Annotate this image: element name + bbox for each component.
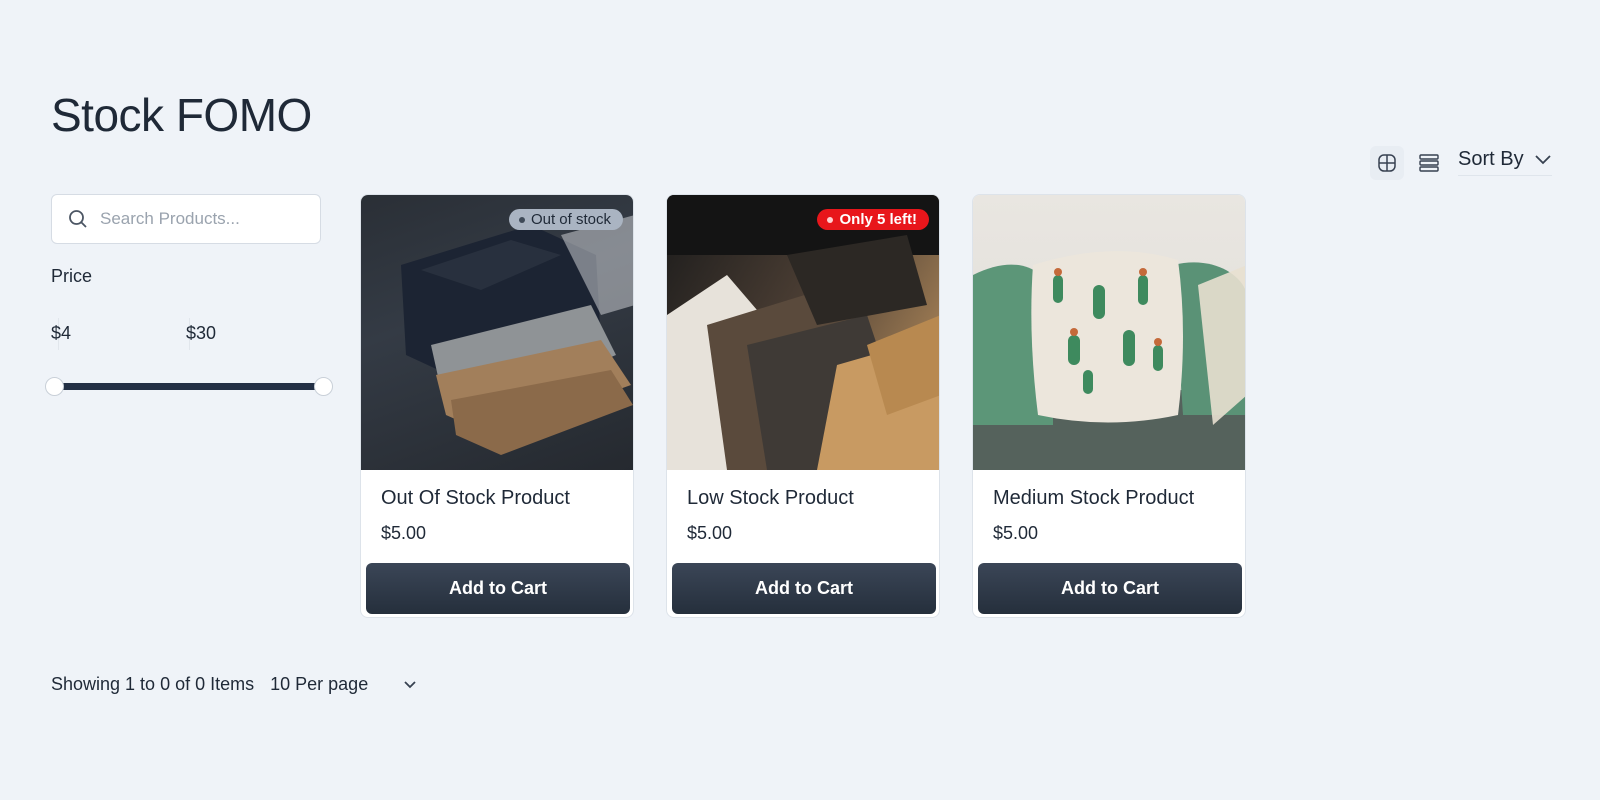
search-icon (69, 210, 87, 228)
view-toggle (1370, 146, 1446, 180)
product-image[interactable]: Only 5 left! (667, 195, 939, 470)
stock-badge: Only 5 left! (817, 209, 929, 230)
sort-by-label: Sort By (1458, 148, 1524, 170)
chevron-down-icon (1534, 154, 1551, 164)
product-image[interactable]: Out of stock (361, 195, 633, 470)
stock-badge-label: Only 5 left! (839, 211, 917, 228)
badge-dot-icon (827, 216, 834, 223)
page-title: Stock FOMO (51, 89, 312, 141)
cactus-pillow-image (973, 251, 1245, 470)
list-icon (1419, 154, 1439, 172)
folded-sweaters-image (401, 215, 633, 455)
search-box (51, 194, 321, 244)
product-card[interactable]: Out of stock Out Of Stock Product $5.00 … (360, 194, 634, 618)
price-slider-max-handle[interactable] (314, 377, 333, 396)
grid-icon (1378, 154, 1396, 172)
pagination-bar: Showing 1 to 0 of 0 Items 10 Per page (51, 674, 416, 695)
price-min-value: $4 (51, 323, 72, 343)
product-name[interactable]: Out Of Stock Product (381, 487, 570, 510)
product-name[interactable]: Medium Stock Product (993, 487, 1194, 510)
chevron-down-icon (404, 680, 416, 688)
price-filter-label: Price (51, 266, 93, 286)
product-card[interactable]: Medium Stock Product $5.00 Add to Cart (972, 194, 1246, 618)
add-to-cart-button[interactable]: Add to Cart (672, 563, 936, 614)
price-max-value: $30 (186, 323, 217, 343)
product-image[interactable] (973, 195, 1245, 470)
product-price: $5.00 (381, 523, 427, 543)
badge-dot-icon (518, 216, 525, 223)
price-slider-min-handle[interactable] (45, 377, 64, 396)
hanging-shirts-image (667, 195, 939, 470)
stock-badge-label: Out of stock (530, 211, 611, 228)
grid-view-button[interactable] (1370, 146, 1404, 180)
product-card[interactable]: Only 5 left! Low Stock Product $5.00 Add… (666, 194, 940, 618)
stock-badge: Out of stock (508, 209, 623, 230)
product-grid: Out of stock Out Of Stock Product $5.00 … (360, 194, 1246, 618)
pagination-summary: Showing 1 to 0 of 0 Items (51, 674, 255, 694)
product-price: $5.00 (687, 523, 733, 543)
list-view-button[interactable] (1412, 146, 1446, 180)
product-price: $5.00 (993, 523, 1039, 543)
add-to-cart-button[interactable]: Add to Cart (978, 563, 1242, 614)
price-slider-track[interactable] (54, 383, 324, 390)
add-to-cart-button[interactable]: Add to Cart (366, 563, 630, 614)
sort-by-dropdown[interactable]: Sort By (1458, 148, 1552, 176)
product-name[interactable]: Low Stock Product (687, 487, 854, 510)
search-input[interactable] (100, 209, 300, 229)
per-page-label: 10 Per page (270, 674, 369, 694)
per-page-select[interactable]: 10 Per page (270, 674, 416, 695)
